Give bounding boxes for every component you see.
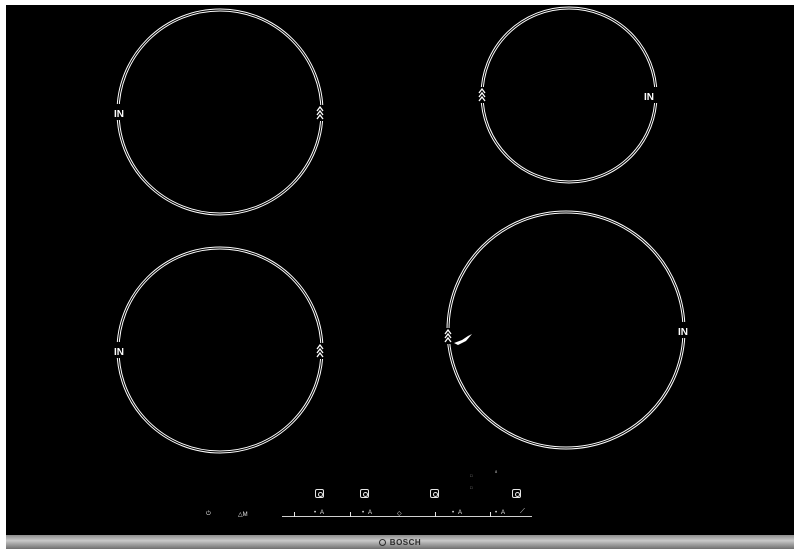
slider-tick [435,512,436,517]
zone-label: IN [644,92,654,103]
timer-zone-3-icon[interactable] [430,489,439,498]
brand-name: BOSCH [389,537,422,547]
cooking-zone-rear-right[interactable]: IN [476,6,658,184]
chevron-up-icon [314,105,326,121]
display-indicator: □ [470,473,473,478]
slider-symbol[interactable]: A [320,510,324,516]
slider-symbol[interactable]: • [452,510,454,516]
display-indicator: □ [470,485,473,490]
slider-symbol[interactable]: • [314,510,316,516]
zone-label: IN [678,327,688,338]
power-icon: ⏻ [206,511,211,517]
zone-label: IN [114,109,124,120]
power-button[interactable]: ⏻ [206,511,211,518]
bosch-emblem-icon [378,538,386,546]
slider-symbol[interactable]: • [495,510,497,516]
chevron-up-icon [314,343,326,359]
chevron-up-icon [442,328,454,344]
slider-tick [294,512,295,517]
zone-extension-icon[interactable]: ⟋ [520,508,525,516]
timer-zone-2-icon[interactable] [360,489,369,498]
timer-zone-4-icon[interactable] [512,489,521,498]
slider-symbol[interactable]: ◇ [397,510,402,517]
stainless-trim: BOSCH [6,535,794,549]
cooking-zone-front-right[interactable]: IN [442,210,692,450]
timer-zone-1-icon[interactable] [315,489,324,498]
zone-label: IN [114,347,124,358]
cooking-zone-rear-left[interactable]: IN [112,8,326,216]
display-indicator: 8 [495,469,498,474]
slider-symbol[interactable]: A [368,510,372,516]
control-panel: ⏻ △M 8 □ □ • A • A ◇ • A • A ⟋ [190,465,550,525]
slider-tick [490,512,491,517]
zone-extension-marker-icon [454,334,472,345]
slider-symbol[interactable]: A [458,510,462,516]
slider-symbol[interactable]: • [362,510,364,516]
child-lock-button[interactable]: △M [238,511,248,518]
slider-tick [350,512,351,517]
chevron-up-icon [476,87,488,103]
slider-symbol[interactable]: A [501,510,505,516]
brand-logo: BOSCH [6,535,794,549]
cooking-zone-front-left[interactable]: IN [112,246,326,454]
power-level-slider[interactable] [282,516,532,517]
